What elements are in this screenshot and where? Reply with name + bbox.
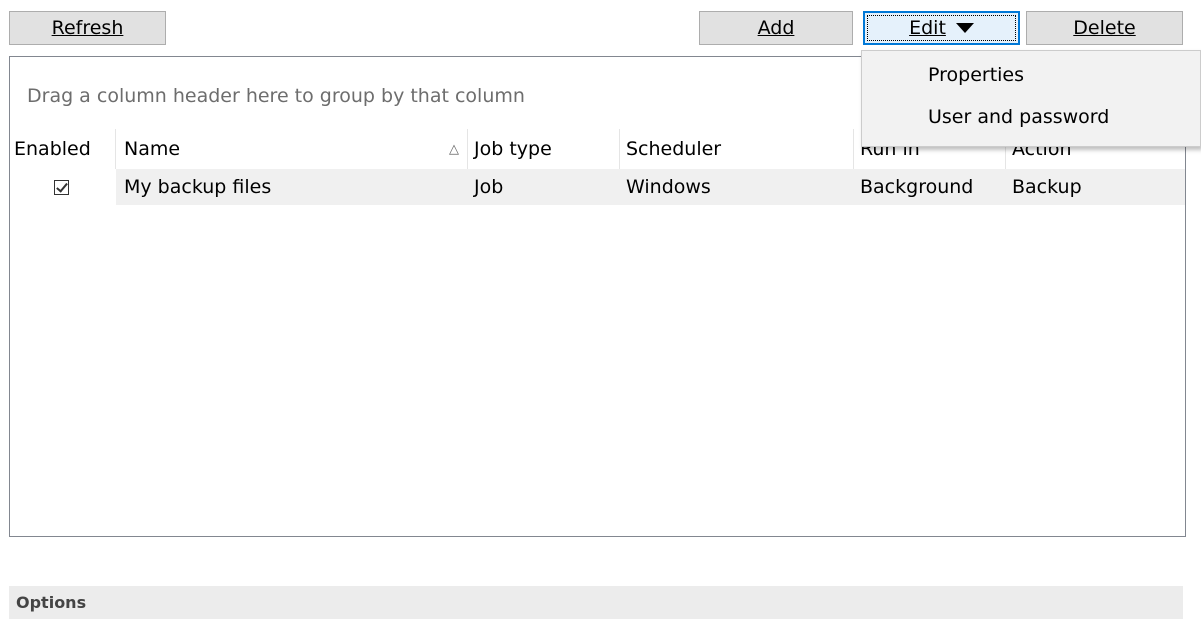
menu-item-properties[interactable]: Properties bbox=[928, 64, 1024, 86]
add-button[interactable]: Add bbox=[699, 11, 853, 45]
refresh-button[interactable]: Refresh bbox=[9, 11, 166, 45]
name-cell: My backup files bbox=[124, 176, 272, 198]
add-button-label: Add bbox=[757, 17, 795, 39]
edit-button-focus: Edit bbox=[867, 15, 1016, 41]
column-header-label: Job type bbox=[474, 138, 552, 160]
refresh-button-label: Refresh bbox=[51, 17, 124, 39]
table-row[interactable]: My backup files Job Windows Background B… bbox=[10, 169, 1185, 205]
delete-button[interactable]: Delete bbox=[1026, 11, 1183, 45]
enabled-checkbox[interactable] bbox=[54, 179, 69, 195]
sort-ascending-icon: △ bbox=[449, 142, 459, 157]
menu-item-user-and-password[interactable]: User and password bbox=[928, 106, 1109, 128]
run-in-cell: Background bbox=[860, 176, 974, 198]
column-header-label: Scheduler bbox=[626, 138, 722, 160]
enabled-cell[interactable] bbox=[54, 169, 69, 205]
options-title: Options bbox=[16, 593, 87, 612]
dropdown-arrow-icon bbox=[955, 23, 974, 33]
delete-button-label: Delete bbox=[1073, 17, 1136, 39]
column-header-job-type[interactable]: Job type bbox=[468, 129, 620, 169]
column-header-enabled[interactable]: Enabled bbox=[10, 129, 116, 169]
options-section-header[interactable]: Options bbox=[9, 586, 1183, 619]
action-cell: Backup bbox=[1012, 176, 1082, 198]
scheduler-cell: Windows bbox=[626, 176, 711, 198]
edit-button[interactable]: Edit bbox=[863, 11, 1020, 45]
column-header-label: Enabled bbox=[14, 138, 91, 160]
edit-dropdown-menu: Properties User and password bbox=[861, 50, 1201, 147]
column-header-name[interactable]: Name △ bbox=[116, 129, 468, 169]
column-header-label: Name bbox=[124, 138, 181, 160]
edit-button-label: Edit bbox=[909, 17, 946, 39]
column-header-scheduler[interactable]: Scheduler bbox=[620, 129, 854, 169]
group-by-panel[interactable]: Drag a column header here to group by th… bbox=[27, 85, 525, 107]
job-type-cell: Job bbox=[474, 176, 504, 198]
